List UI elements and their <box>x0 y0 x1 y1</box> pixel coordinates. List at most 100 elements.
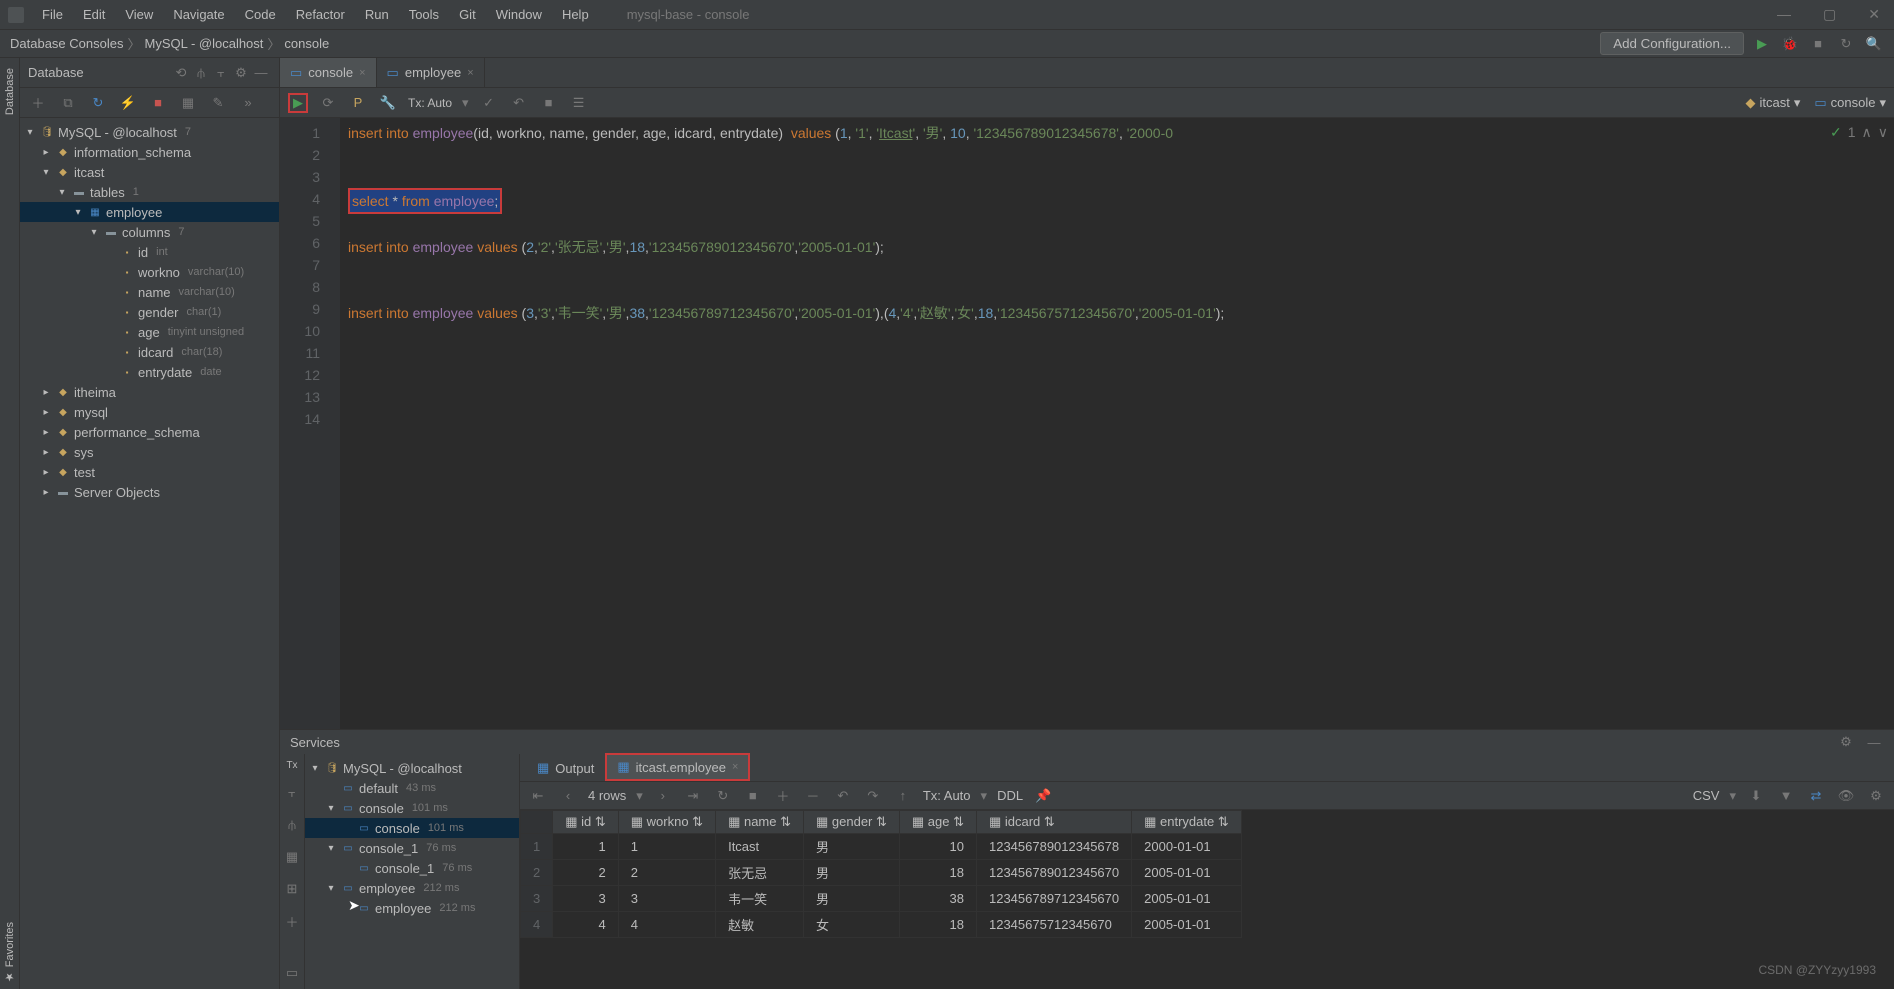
column-header[interactable]: ▦ idcard ⇅ <box>976 811 1131 834</box>
tx-mode-dropdown[interactable]: Tx: Auto <box>408 96 452 110</box>
collapse-icon[interactable]: ⫛ <box>191 63 211 83</box>
view-mode-icon[interactable]: ☰ <box>569 93 589 113</box>
tree-row[interactable]: ▪agetinyint unsigned <box>20 322 279 342</box>
column-header[interactable]: ▦ age ⇅ <box>899 811 976 834</box>
rollback-icon[interactable]: ↶ <box>509 93 529 113</box>
refresh-icon[interactable]: ⟲ <box>171 63 191 83</box>
cancel-icon[interactable]: ■ <box>539 93 559 113</box>
last-page-icon[interactable]: ⇥ <box>683 786 703 806</box>
sv-pin-icon[interactable]: ⊞ <box>282 879 302 899</box>
expand-icon[interactable]: ⫟ <box>211 63 231 83</box>
column-header[interactable]: ▦ workno ⇅ <box>618 811 715 834</box>
remove-row-icon[interactable]: － <box>803 786 823 806</box>
explain-icon[interactable]: P <box>348 93 368 113</box>
services-tab[interactable]: ▦Output <box>526 755 605 781</box>
execute-button[interactable]: ▶ <box>288 93 308 113</box>
settings-icon[interactable]: ⚙ <box>231 63 251 83</box>
services-hide-icon[interactable]: — <box>1864 732 1884 752</box>
export-format[interactable]: CSV <box>1693 788 1720 803</box>
table-row[interactable]: 222张无忌男181234567890123456702005-01-01 <box>521 860 1242 886</box>
pin-icon[interactable]: 📌 <box>1033 786 1053 806</box>
tx-auto-results[interactable]: Tx: Auto <box>923 788 971 803</box>
menu-help[interactable]: Help <box>554 3 597 26</box>
menu-tools[interactable]: Tools <box>401 3 447 26</box>
next-page-icon[interactable]: › <box>653 786 673 806</box>
filter-icon[interactable]: ⚡ <box>118 93 138 113</box>
close-button[interactable]: ✕ <box>1862 4 1886 25</box>
table-row[interactable]: 333韦一笑男381234567897123456702005-01-01 <box>521 886 1242 912</box>
sv-collapse-icon[interactable]: ⫛ <box>282 815 302 835</box>
sync-icon[interactable]: ↻ <box>88 93 108 113</box>
prev-problem-icon[interactable]: ∧ <box>1862 124 1872 141</box>
first-page-icon[interactable]: ⇤ <box>528 786 548 806</box>
tree-row[interactable]: ▸◆sys <box>20 442 279 462</box>
editor-tab[interactable]: ▭console× <box>280 58 377 87</box>
tree-row[interactable]: ▸◆performance_schema <box>20 422 279 442</box>
duplicate-icon[interactable]: ⧉ <box>58 93 78 113</box>
debug-icon[interactable]: 🐞 <box>1780 34 1800 54</box>
submit-icon[interactable]: ↑ <box>893 786 913 806</box>
commit-icon[interactable]: ✓ <box>479 93 499 113</box>
tree-row[interactable]: ▾◆itcast <box>20 162 279 182</box>
table-row[interactable]: 444赵敏女18123456757123456702005-01-01 <box>521 912 1242 938</box>
console-selector[interactable]: ▭console ▾ <box>1814 95 1886 111</box>
cancel-query-icon[interactable]: ■ <box>743 786 763 806</box>
add-row-icon[interactable]: ＋ <box>773 786 793 806</box>
tree-row[interactable]: ▭employee212 ms <box>305 898 519 918</box>
tree-row[interactable]: ▪namevarchar(10) <box>20 282 279 302</box>
tree-row[interactable]: ▸◆mysql <box>20 402 279 422</box>
breadcrumb-part[interactable]: Database Consoles <box>10 36 123 51</box>
compare-icon[interactable]: ⇄ <box>1806 786 1826 806</box>
sv-dock-icon[interactable]: ▭ <box>282 963 302 983</box>
tree-row[interactable]: ▸◆test <box>20 462 279 482</box>
run-icon[interactable]: ▶ <box>1752 34 1772 54</box>
add-configuration-button[interactable]: Add Configuration... <box>1600 32 1744 55</box>
add-icon[interactable]: ＋ <box>28 93 48 113</box>
edit-icon[interactable]: ✎ <box>208 93 228 113</box>
tree-row[interactable]: ▭console101 ms <box>305 818 519 838</box>
result-table[interactable]: ▦ id ⇅▦ workno ⇅▦ name ⇅▦ gender ⇅▦ age … <box>520 810 1894 989</box>
inspection-icon[interactable]: ✓ <box>1830 124 1842 141</box>
breadcrumb-part[interactable]: console <box>284 36 329 51</box>
git-update-icon[interactable]: ↻ <box>1836 34 1856 54</box>
revert-icon[interactable]: ↶ <box>833 786 853 806</box>
breadcrumb-part[interactable]: MySQL - @localhost <box>144 36 263 51</box>
services-tab[interactable]: ▦itcast.employee× <box>605 753 750 781</box>
tree-row[interactable]: ▪entrydatedate <box>20 362 279 382</box>
tree-row[interactable]: ▪genderchar(1) <box>20 302 279 322</box>
column-header[interactable]: ▦ name ⇅ <box>716 811 804 834</box>
menu-git[interactable]: Git <box>451 3 484 26</box>
schema-selector[interactable]: ◆itcast ▾ <box>1745 95 1800 111</box>
column-header[interactable]: ▦ gender ⇅ <box>804 811 900 834</box>
view-icon[interactable]: 👁 <box>1836 786 1856 806</box>
tree-row[interactable]: ▭default43 ms <box>305 778 519 798</box>
commit-rows-icon[interactable]: ↷ <box>863 786 883 806</box>
tree-row[interactable]: ▾🛢MySQL - @localhost <box>305 758 519 778</box>
tree-row[interactable]: ▪idcardchar(18) <box>20 342 279 362</box>
table-view-icon[interactable]: ▦ <box>178 93 198 113</box>
search-icon[interactable]: 🔍 <box>1864 34 1884 54</box>
stop-db-icon[interactable]: ■ <box>148 93 168 113</box>
download-icon[interactable]: ⬇ <box>1746 786 1766 806</box>
sv-layout-icon[interactable]: ▦ <box>282 847 302 867</box>
favorites-stripe-tab[interactable]: ★ Favorites <box>1 916 18 989</box>
tree-row[interactable]: ▾▭console101 ms <box>305 798 519 818</box>
tree-row[interactable]: ▭console_176 ms <box>305 858 519 878</box>
maximize-button[interactable]: ▢ <box>1817 4 1842 25</box>
menu-navigate[interactable]: Navigate <box>165 3 232 26</box>
menu-code[interactable]: Code <box>237 3 284 26</box>
tree-row[interactable]: ▾▬columns7 <box>20 222 279 242</box>
stop-icon[interactable]: ■ <box>1808 34 1828 54</box>
ddl-button[interactable]: DDL <box>997 788 1023 803</box>
tree-row[interactable]: ▾▭employee212 ms <box>305 878 519 898</box>
services-settings-icon[interactable]: ⚙ <box>1836 732 1856 752</box>
wrench-icon[interactable]: 🔧 <box>378 93 398 113</box>
tree-row[interactable]: ▾🛢MySQL - @localhost7 <box>20 122 279 142</box>
code-editor[interactable]: 1234567891011121314 insert into employee… <box>280 118 1894 729</box>
database-stripe-tab[interactable]: Database <box>2 62 18 121</box>
column-header[interactable]: ▦ entrydate ⇅ <box>1132 811 1242 834</box>
minimize-button[interactable]: — <box>1771 4 1797 25</box>
editor-tab[interactable]: ▭employee× <box>377 58 485 87</box>
tree-row[interactable]: ▪worknovarchar(10) <box>20 262 279 282</box>
tree-row[interactable]: ▪idint <box>20 242 279 262</box>
